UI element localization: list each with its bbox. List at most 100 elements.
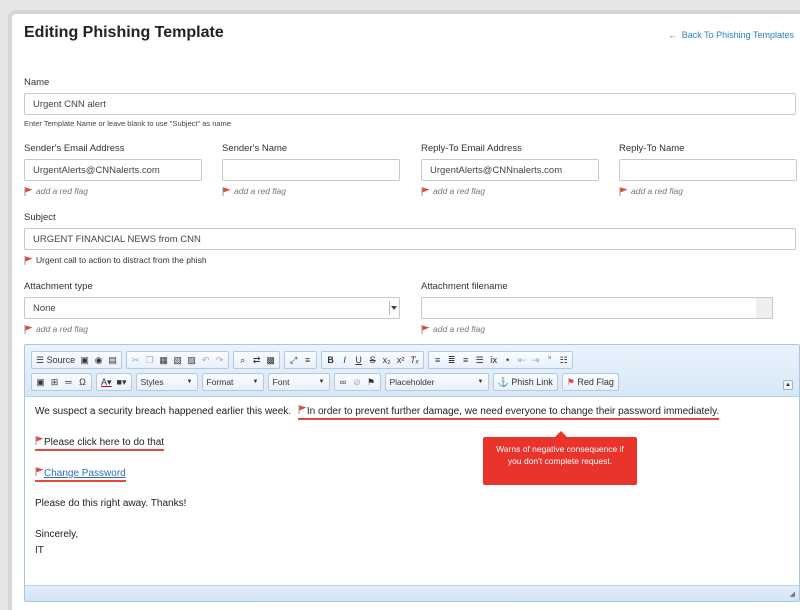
- red-flag-button[interactable]: ⚑ Red Flag: [561, 373, 619, 391]
- toolbar-group-basic-styles: B I U S x₂ x² Tₓ: [321, 351, 425, 369]
- maximize-icon[interactable]: ⤢: [287, 352, 300, 368]
- paste-text-icon[interactable]: ▧: [171, 352, 184, 368]
- anchor-flag-icon[interactable]: ⚑: [365, 374, 378, 390]
- bold-icon[interactable]: B: [324, 352, 337, 368]
- toolbar-group-colors: A▾ ■▾: [96, 373, 132, 391]
- blockquote-icon[interactable]: ”: [543, 352, 556, 368]
- sender-name-input[interactable]: [222, 159, 400, 181]
- red-flag-label: add a red flag: [433, 186, 485, 196]
- flagged-link-change-password[interactable]: Change Password: [35, 467, 126, 482]
- red-flag-icon: [222, 186, 231, 196]
- div-container-icon[interactable]: ☷: [557, 352, 570, 368]
- red-flag-label: add a red flag: [36, 324, 88, 334]
- red-flag-icon: [24, 255, 33, 265]
- red-flag-icon: [619, 186, 628, 196]
- red-flag-icon: [421, 186, 430, 196]
- outdent-icon[interactable]: ⇤: [515, 352, 528, 368]
- align-right-icon[interactable]: ≡: [459, 352, 472, 368]
- background-color-icon[interactable]: ■▾: [115, 374, 129, 390]
- phish-link-label: Phish Link: [511, 377, 553, 387]
- unlink-icon[interactable]: ⊘: [351, 374, 364, 390]
- undo-icon[interactable]: ↶: [199, 352, 212, 368]
- source-label: Source: [46, 355, 76, 365]
- placeholder-dropdown[interactable]: Placeholder ▼: [384, 373, 489, 391]
- body-line-6: IT: [35, 545, 44, 556]
- body-line-4: Please do this right away. Thanks!: [35, 498, 187, 509]
- new-page-icon[interactable]: ◉: [92, 352, 105, 368]
- toolbar-group-find: ⌕ ⇄ ▩: [233, 351, 281, 369]
- subscript-icon[interactable]: x₂: [380, 352, 393, 368]
- attachment-type-value: None: [33, 303, 56, 314]
- sender-email-red-flag[interactable]: add a red flag: [24, 186, 88, 196]
- sender-email-label: Sender's Email Address: [24, 143, 125, 154]
- change-password-link[interactable]: Change Password: [44, 468, 126, 479]
- styles-dropdown[interactable]: Styles ▼: [135, 373, 198, 391]
- format-dropdown[interactable]: Format ▼: [201, 373, 264, 391]
- phish-link-inner: ⚓ Phish Link: [496, 374, 555, 390]
- indent-icon[interactable]: ⇥: [529, 352, 542, 368]
- editor-toolbar: ☰ Source ▣ ◉ ▤ ✂ ❐ ▦ ▧ ▨ ↶ ↷ ⌕ ⇄ ▩ ⤢ ≡ B…: [25, 345, 799, 397]
- red-flag-icon: [35, 467, 44, 476]
- toolbar-group-paragraph: ≡ ≣ ≡ ☰ ⅸ • ⇤ ⇥ ” ☷: [428, 351, 574, 369]
- attachment-type-red-flag[interactable]: add a red flag: [24, 324, 88, 334]
- bulleted-list-icon[interactable]: •: [501, 352, 514, 368]
- red-flag-label: add a red flag: [631, 186, 683, 196]
- horizontal-line-icon[interactable]: ═: [62, 374, 75, 390]
- subject-input[interactable]: URGENT FINANCIAL NEWS from CNN: [24, 228, 796, 250]
- red-flag-icon: [35, 436, 44, 445]
- replace-icon[interactable]: ⇄: [250, 352, 263, 368]
- phish-link-button[interactable]: ⚓ Phish Link: [492, 373, 558, 391]
- select-all-icon[interactable]: ▩: [264, 352, 277, 368]
- special-char-icon[interactable]: Ω: [76, 374, 89, 390]
- toolbar-collapse-icon[interactable]: ▲: [783, 380, 793, 390]
- redo-icon[interactable]: ↷: [213, 352, 226, 368]
- font-dropdown[interactable]: Font ▼: [267, 373, 330, 391]
- remove-format-icon[interactable]: Tₓ: [408, 352, 421, 368]
- superscript-icon[interactable]: x²: [394, 352, 407, 368]
- attachment-filename-red-flag[interactable]: add a red flag: [421, 324, 485, 334]
- back-to-templates-link[interactable]: ← Back To Phishing Templates: [668, 30, 794, 40]
- paste-icon[interactable]: ▦: [157, 352, 170, 368]
- image-icon[interactable]: ▣: [34, 374, 47, 390]
- save-icon[interactable]: ▣: [78, 352, 91, 368]
- show-blocks-icon[interactable]: ≡: [301, 352, 314, 368]
- sender-name-red-flag[interactable]: add a red flag: [222, 186, 286, 196]
- cut-icon[interactable]: ✂: [129, 352, 142, 368]
- strikethrough-icon[interactable]: S: [366, 352, 379, 368]
- link-icon[interactable]: ∞: [337, 374, 350, 390]
- attachment-type-label: Attachment type: [24, 281, 93, 292]
- copy-icon[interactable]: ❐: [143, 352, 156, 368]
- red-flag-tooltip: Warns of negative consequence if you don…: [483, 431, 637, 485]
- sender-name-label: Sender's Name: [222, 143, 288, 154]
- name-input[interactable]: Urgent CNN alert: [24, 93, 796, 115]
- flagged-phrase-1[interactable]: In order to prevent further damage, we n…: [297, 405, 720, 420]
- subject-red-flag[interactable]: Urgent call to action to distract from t…: [24, 255, 207, 265]
- resize-handle-icon[interactable]: ◢: [790, 590, 795, 598]
- text-color-icon[interactable]: A▾: [99, 374, 114, 390]
- format-label: Format: [206, 377, 234, 387]
- align-left-icon[interactable]: ≡: [431, 352, 444, 368]
- reply-to-email-input[interactable]: UrgentAlerts@CNNnalerts.com: [421, 159, 599, 181]
- arrow-left-icon: ←: [668, 30, 678, 40]
- underline-icon[interactable]: U: [352, 352, 365, 368]
- align-justify-icon[interactable]: ☰: [473, 352, 486, 368]
- flagged-phrase-2[interactable]: Please click here to do that: [35, 436, 165, 451]
- preview-icon[interactable]: ▤: [106, 352, 119, 368]
- paste-word-icon[interactable]: ▨: [185, 352, 198, 368]
- back-link-label: Back To Phishing Templates: [681, 30, 794, 40]
- attachment-type-select[interactable]: None: [24, 297, 400, 319]
- italic-icon[interactable]: I: [338, 352, 351, 368]
- numbered-list-icon[interactable]: ⅸ: [487, 352, 500, 368]
- body-line-3: Change Password: [35, 467, 126, 482]
- find-icon[interactable]: ⌕: [236, 352, 249, 368]
- name-hint: Enter Template Name or leave blank to us…: [24, 119, 231, 128]
- source-button[interactable]: ☰ Source: [34, 352, 77, 368]
- reply-to-email-red-flag[interactable]: add a red flag: [421, 186, 485, 196]
- attachment-filename-label: Attachment filename: [421, 281, 508, 292]
- table-icon[interactable]: ⊞: [48, 374, 61, 390]
- align-center-icon[interactable]: ≣: [445, 352, 458, 368]
- reply-to-name-red-flag[interactable]: add a red flag: [619, 186, 683, 196]
- sender-email-input[interactable]: UrgentAlerts@CNNalerts.com: [24, 159, 202, 181]
- reply-to-name-input[interactable]: [619, 159, 797, 181]
- attachment-filename-input[interactable]: [421, 297, 771, 319]
